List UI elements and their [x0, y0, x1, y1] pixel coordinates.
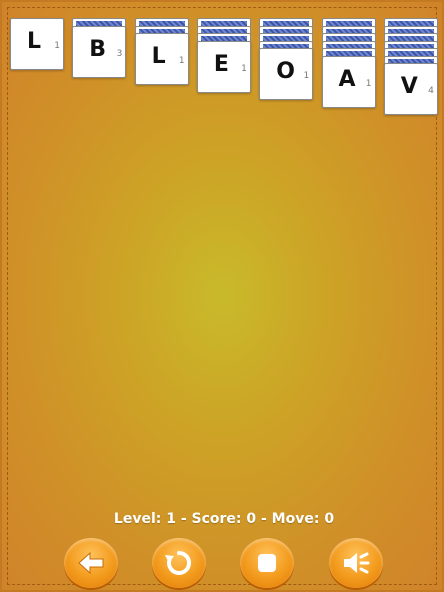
arrow-left-icon	[78, 551, 104, 575]
card-count: 1	[241, 63, 247, 74]
card-count: 1	[303, 71, 310, 81]
sound-button[interactable]	[329, 538, 383, 588]
stop-icon	[258, 554, 276, 572]
card-letter: A	[338, 66, 356, 92]
card-face[interactable]: L1	[10, 18, 64, 70]
speaker-icon	[344, 552, 370, 574]
card-face[interactable]: E1	[196, 40, 251, 93]
card-face[interactable]: V4	[383, 63, 438, 115]
card-face[interactable]: L1	[134, 33, 189, 85]
card-count: 1	[178, 56, 185, 66]
card-letter: E	[213, 51, 229, 77]
card-letter: V	[400, 74, 418, 99]
game-board: L1B3L1E1O1A1V4 Level: 1 - Score: 0 - Mov…	[0, 0, 444, 592]
card-face[interactable]: O1	[259, 48, 314, 100]
card-count: 4	[428, 86, 434, 96]
card-count: 3	[116, 48, 123, 59]
card-letter: O	[276, 59, 295, 84]
card-letter: L	[151, 44, 166, 69]
card-face[interactable]: A1	[321, 55, 376, 108]
card-face[interactable]: B3	[72, 25, 127, 78]
restart-icon	[165, 550, 192, 575]
card-letter: B	[89, 36, 107, 62]
status-bar: Level: 1 - Score: 0 - Move: 0	[113, 511, 335, 527]
card-count: 1	[365, 78, 372, 89]
restart-button[interactable]	[152, 538, 206, 588]
card-letter: L	[27, 29, 42, 54]
stop-button[interactable]	[240, 538, 294, 588]
card-count: 1	[54, 41, 60, 51]
back-button[interactable]	[64, 538, 118, 588]
